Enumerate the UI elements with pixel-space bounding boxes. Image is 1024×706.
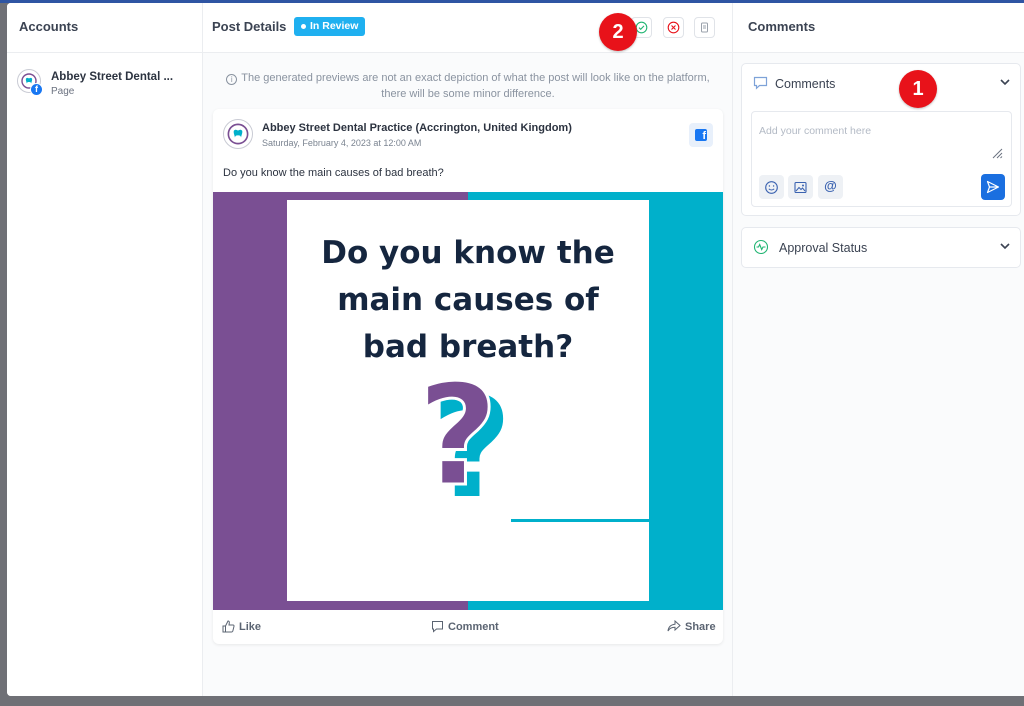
delete-icon [701, 22, 708, 33]
image-upload-icon [794, 181, 807, 194]
comments-column: Comments Comments 1 Add your comment her… [733, 3, 1024, 696]
reject-x-icon [667, 21, 680, 34]
image-headline-line: bad breath? [362, 329, 574, 365]
mention-button[interactable]: @ [818, 175, 843, 199]
send-icon [986, 180, 1000, 194]
account-type: Page [51, 86, 75, 97]
question-mark-graphic: ? ? [416, 380, 513, 516]
facebook-icon: f [30, 83, 43, 96]
preview-notice-text: The generated previews are not an exact … [241, 72, 710, 100]
post-details-header: Post Details In Review [203, 3, 732, 53]
post-action-bar: Like Comment Share [213, 610, 723, 644]
accounts-column: Accounts f Abbey Street Dental ... Page [7, 3, 203, 696]
approval-status-panel[interactable]: Approval Status [741, 227, 1021, 268]
delete-button[interactable] [694, 17, 715, 38]
comments-panel-title: Comments [775, 77, 836, 91]
post-text: Do you know the main causes of bad breat… [223, 167, 444, 179]
info-icon: i [226, 74, 238, 85]
post-image: Do you know the main causes of bad breat… [213, 192, 723, 610]
post-review-modal: Accounts f Abbey Street Dental ... Page … [7, 3, 1024, 696]
image-headline: Do you know the main causes of bad breat… [287, 230, 649, 371]
comment-action[interactable]: Comment [431, 620, 499, 633]
image-headline-line: Do you know the [321, 235, 615, 271]
comment-bubble-icon [432, 621, 443, 633]
like-label: Like [239, 620, 262, 633]
comments-header: Comments [733, 3, 1024, 53]
comment-input[interactable] [752, 112, 1011, 168]
emoji-icon [765, 181, 778, 194]
share-arrow-icon [667, 620, 681, 632]
facebook-icon: f [695, 129, 707, 141]
image-accent-line [511, 519, 649, 522]
step-marker-2: 2 [599, 13, 637, 51]
send-comment-button[interactable] [981, 174, 1005, 200]
activity-pulse-icon [753, 239, 769, 255]
share-label: Share [685, 620, 716, 633]
svg-text:?: ? [417, 380, 498, 516]
page-avatar [223, 119, 253, 149]
mention-icon: @ [824, 178, 837, 193]
comments-panel: Comments 1 Add your comment here @ [741, 63, 1021, 216]
account-name: Abbey Street Dental ... [51, 71, 174, 83]
account-avatar: f [17, 69, 43, 96]
comment-label: Comment [448, 620, 499, 633]
step-marker-1: 1 [899, 70, 937, 108]
image-headline-line: main causes of [337, 282, 599, 318]
approval-status-title: Approval Status [779, 241, 868, 255]
comment-composer: @ [751, 111, 1012, 207]
comment-bubble-icon [753, 76, 768, 90]
post-details-title: Post Details [212, 19, 287, 34]
dental-logo-icon [227, 123, 249, 145]
status-badge: In Review [294, 17, 366, 36]
post-date: Saturday, February 4, 2023 at 12:00 AM [262, 138, 422, 148]
thumbs-up-icon [222, 620, 235, 633]
comments-column-title: Comments [748, 19, 816, 34]
post-page-name: Abbey Street Dental Practice (Accrington… [262, 122, 572, 134]
chevron-down-icon[interactable] [1000, 78, 1010, 86]
preview-notice: i The generated previews are not an exact… [213, 70, 723, 102]
accounts-title: Accounts [19, 19, 79, 34]
facebook-platform-chip: f [689, 123, 713, 147]
chevron-down-icon[interactable] [1000, 242, 1010, 250]
emoji-button[interactable] [759, 175, 784, 199]
accounts-header: Accounts [7, 3, 202, 53]
image-upload-button[interactable] [788, 175, 813, 199]
resize-grip-icon[interactable] [990, 146, 1003, 159]
post-preview-card: Abbey Street Dental Practice (Accrington… [213, 109, 723, 644]
post-details-column: Post Details In Review 2 i The generated… [203, 3, 733, 696]
like-action[interactable]: Like [222, 620, 261, 633]
reject-button[interactable] [663, 17, 684, 38]
account-item[interactable]: f Abbey Street Dental ... Page [17, 69, 197, 103]
share-action[interactable]: Share [667, 620, 716, 633]
